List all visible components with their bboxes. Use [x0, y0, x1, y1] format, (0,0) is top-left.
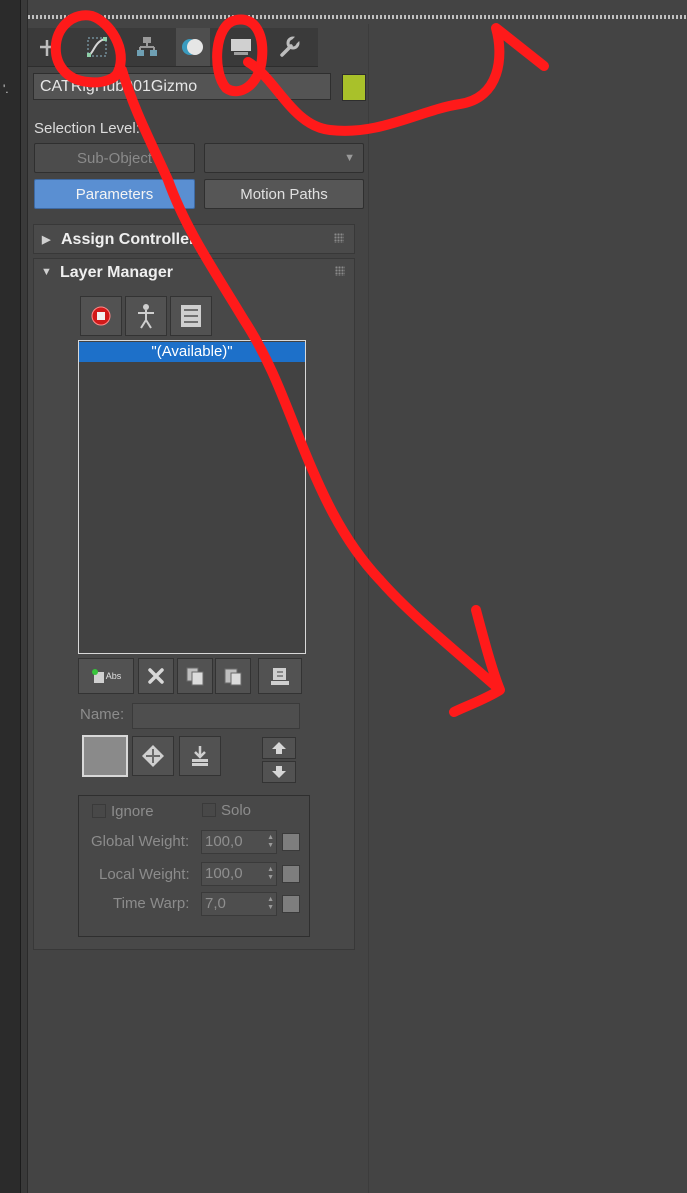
display-icon	[231, 39, 251, 55]
sub-object-dropdown[interactable]: ▼	[204, 143, 364, 173]
sub-object-button[interactable]: Sub-Object	[34, 143, 195, 173]
create-icon	[40, 40, 56, 56]
local-weight-key-button[interactable]	[282, 865, 300, 883]
rollout-grip-icon[interactable]	[335, 266, 345, 276]
figure-icon	[138, 304, 154, 329]
global-weight-key-button[interactable]	[282, 833, 300, 851]
utilities-icon	[280, 35, 301, 57]
tab-display[interactable]	[224, 28, 258, 66]
character-layer-button[interactable]	[125, 296, 167, 336]
add-layer-button[interactable]	[80, 296, 122, 336]
tab-hierarchy[interactable]	[130, 28, 164, 66]
time-warp-value: 7,0	[205, 895, 226, 912]
download-icon	[192, 746, 208, 766]
object-color-swatch[interactable]	[342, 74, 366, 101]
layer-manager-header[interactable]: ▼ Layer Manager	[33, 258, 355, 288]
copy-icon	[186, 667, 204, 686]
solo-checkbox[interactable]	[202, 803, 216, 817]
selection-level-label: Selection Level:	[34, 120, 140, 137]
local-weight-label: Local Weight:	[99, 866, 190, 883]
panel-separator[interactable]	[21, 0, 28, 1193]
global-weight-value: 100,0	[205, 833, 243, 850]
collapse-layer-button[interactable]	[258, 658, 302, 694]
left-strip-marks: '.	[3, 82, 9, 96]
delete-layer-button[interactable]	[138, 658, 174, 694]
name-label: Name:	[80, 706, 125, 723]
paste-layer-button[interactable]	[215, 658, 251, 694]
spinner-arrows-icon[interactable]: ▲ ▼	[267, 834, 274, 850]
chevron-down-icon: ▼	[344, 152, 355, 164]
layer-manager-title: Layer Manager	[60, 264, 173, 281]
motion-paths-button[interactable]: Motion Paths	[204, 179, 364, 209]
absolute-layer-button[interactable]: Abs	[78, 658, 134, 694]
layer-options-button[interactable]	[170, 296, 212, 336]
rollout-grip-icon[interactable]	[334, 233, 344, 243]
solo-label: Solo	[221, 802, 252, 819]
global-weight-spinner[interactable]: 100,0 ▲ ▼	[201, 830, 277, 854]
spinner-arrows-icon[interactable]: ▲ ▼	[267, 896, 274, 912]
tab-create[interactable]	[30, 28, 64, 66]
save-layer-button[interactable]	[179, 736, 221, 776]
modify-icon	[87, 37, 107, 57]
abs-label: Abs	[105, 671, 122, 681]
list-item[interactable]: "(Available)"	[79, 342, 305, 362]
copy-layer-button[interactable]	[177, 658, 213, 694]
layer-color-swatch[interactable]	[82, 735, 128, 777]
expand-triangle-icon: ▶	[42, 234, 51, 246]
ignore-label: Ignore	[111, 803, 154, 820]
assign-controller-title: Assign Controller	[61, 231, 196, 248]
local-weight-value: 100,0	[205, 865, 243, 882]
absolute-layer-icon	[91, 669, 104, 683]
left-toolbar-strip: '.	[0, 0, 21, 1193]
assign-controller-rollout[interactable]: ▶ Assign Controller	[33, 224, 355, 254]
paste-icon	[224, 668, 242, 686]
collapse-layer-icon	[271, 668, 289, 685]
time-warp-key-button[interactable]	[282, 895, 300, 913]
move-layer-up-button[interactable]	[262, 737, 296, 759]
setup-layer-button[interactable]	[132, 736, 174, 776]
arrow-down-icon	[272, 766, 286, 778]
motion-icon	[182, 39, 203, 55]
layer-list[interactable]	[78, 340, 306, 654]
spinner-arrows-icon[interactable]: ▲ ▼	[267, 866, 274, 882]
global-weight-label: Global Weight:	[91, 833, 190, 850]
parameters-button[interactable]: Parameters	[34, 179, 195, 209]
collapse-triangle-icon: ▼	[41, 266, 52, 278]
dock-drag-handle[interactable]	[28, 15, 687, 19]
layer-name-field[interactable]	[132, 703, 300, 729]
arrow-up-icon	[272, 742, 286, 754]
tab-motion[interactable]	[176, 28, 210, 66]
record-icon	[91, 306, 111, 326]
tab-modify[interactable]	[80, 28, 114, 66]
move-layer-down-button[interactable]	[262, 761, 296, 783]
time-warp-spinner[interactable]: 7,0 ▲ ▼	[201, 892, 277, 916]
ignore-checkbox[interactable]	[92, 804, 106, 818]
transform-gizmo-icon	[142, 745, 164, 767]
local-weight-spinner[interactable]: 100,0 ▲ ▼	[201, 862, 277, 886]
tab-utilities[interactable]	[272, 28, 306, 66]
object-name-field[interactable]: CATRigHub001Gizmo	[33, 73, 331, 100]
hierarchy-icon	[137, 37, 157, 56]
time-warp-label: Time Warp:	[113, 895, 190, 912]
delete-icon	[148, 668, 164, 684]
layer-list-icon	[181, 305, 201, 327]
